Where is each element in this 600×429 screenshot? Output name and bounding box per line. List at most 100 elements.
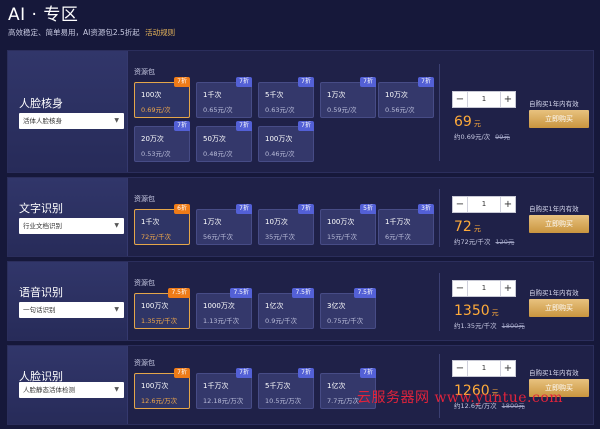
section-title: 人脸核身 <box>19 97 63 110</box>
product-select-value: 活体人脸核身 <box>23 117 62 125</box>
package-price: 0.69元/次 <box>141 106 171 114</box>
section-sidebar: 人脸核身 活体人脸核身 ▼ <box>8 51 128 172</box>
package-option[interactable]: 1亿次 0.9元/千次 7.5折 <box>258 288 314 329</box>
buy-now-button[interactable]: 立即购买 <box>529 299 589 317</box>
package-option[interactable]: 1千万次 12.18元/万次 7折 <box>196 368 252 409</box>
rules-link[interactable]: 活动规则 <box>145 28 175 37</box>
package-option[interactable]: 10万次 35元/千次 7折 <box>258 204 314 245</box>
decrement-button[interactable]: − <box>453 281 468 296</box>
package-count: 1万次 <box>327 91 346 99</box>
product-select[interactable]: 人脸静态活体检测 ▼ <box>19 382 124 398</box>
decrement-button[interactable]: − <box>453 92 468 107</box>
package-count: 1千万次 <box>385 218 411 226</box>
package-option[interactable]: 5千次 0.63元/次 7折 <box>258 77 314 118</box>
package-price: 7.7元/万次 <box>327 397 360 405</box>
product-select[interactable]: 行业文档识别 ▼ <box>19 218 124 234</box>
package-count: 1亿次 <box>265 302 284 310</box>
product-select[interactable]: 一句话识别 ▼ <box>19 302 124 318</box>
unit-price: 约72元/千次 <box>454 238 491 246</box>
total-unit: 元 <box>473 120 481 128</box>
package-price: 0.63元/次 <box>265 106 295 114</box>
package-price: 12.18元/万次 <box>203 397 244 405</box>
discount-badge: 7折 <box>298 77 314 87</box>
divider <box>439 189 440 247</box>
package-label: 资源包 <box>134 195 155 203</box>
package-price: 10.5元/万次 <box>265 397 302 405</box>
package-count: 10万次 <box>385 91 408 99</box>
quantity-stepper[interactable]: − 1 + <box>452 91 516 108</box>
package-option[interactable]: 100万次 1.35元/千次 7.5折 <box>134 288 190 329</box>
package-option[interactable]: 10万次 0.56元/次 7折 <box>378 77 434 118</box>
package-label: 资源包 <box>134 359 155 367</box>
quantity-stepper[interactable]: − 1 + <box>452 280 516 297</box>
validity-note: 自购买1年内有效 <box>529 289 579 297</box>
quantity-stepper[interactable]: − 1 + <box>452 360 516 377</box>
package-price: 72元/千次 <box>141 233 171 241</box>
increment-button[interactable]: + <box>500 197 515 212</box>
subtitle-text: 高效稳定、简单易用，AI资源包2.5折起 <box>8 28 140 37</box>
package-count: 1千万次 <box>203 382 229 390</box>
discount-badge: 3折 <box>418 204 434 214</box>
package-price: 0.56元/次 <box>385 106 415 114</box>
package-count: 20万次 <box>141 135 164 143</box>
chevron-down-icon: ▼ <box>114 117 119 124</box>
divider <box>439 354 440 418</box>
discount-badge: 7折 <box>174 77 190 87</box>
package-option[interactable]: 100万次 12.6元/万次 7折 <box>134 368 190 409</box>
discount-badge: 7.5折 <box>292 288 314 298</box>
quantity-stepper[interactable]: − 1 + <box>452 196 516 213</box>
decrement-button[interactable]: − <box>453 197 468 212</box>
package-option[interactable]: 100次 0.69元/次 7折 <box>134 77 190 118</box>
product-select[interactable]: 活体人脸核身 ▼ <box>19 113 124 129</box>
increment-button[interactable]: + <box>500 281 515 296</box>
package-price: 56元/千次 <box>203 233 233 241</box>
section-sidebar: 文字识别 行业文档识别 ▼ <box>8 178 128 256</box>
increment-button[interactable]: + <box>500 92 515 107</box>
discount-badge: 7折 <box>298 204 314 214</box>
package-price: 0.9元/千次 <box>265 317 298 325</box>
package-count: 100万次 <box>141 382 169 390</box>
package-option[interactable]: 1千万次 6元/千次 3折 <box>378 204 434 245</box>
buy-now-button[interactable]: 立即购买 <box>529 215 589 233</box>
increment-button[interactable]: + <box>500 361 515 376</box>
section-face-verify: 人脸核身 活体人脸核身 ▼ 资源包 100次 0.69元/次 7折 1千次 0.… <box>7 50 594 173</box>
package-option[interactable]: 1000万次 1.13元/千次 7.5折 <box>196 288 252 329</box>
package-option[interactable]: 20万次 0.53元/次 7折 <box>134 121 190 162</box>
package-option[interactable]: 50万次 0.48元/次 7折 <box>196 121 252 162</box>
package-count: 50万次 <box>203 135 226 143</box>
decrement-button[interactable]: − <box>453 361 468 376</box>
package-price: 0.53元/次 <box>141 150 171 158</box>
total-amount: 72 <box>454 219 472 235</box>
chevron-down-icon: ▼ <box>114 386 119 393</box>
package-price: 35元/千次 <box>265 233 295 241</box>
package-option[interactable]: 1万次 56元/千次 7折 <box>196 204 252 245</box>
package-price: 0.75元/千次 <box>327 317 364 325</box>
package-price: 1.35元/千次 <box>141 317 178 325</box>
quantity-value[interactable]: 1 <box>469 197 499 212</box>
package-option[interactable]: 5千万次 10.5元/万次 7折 <box>258 368 314 409</box>
package-option[interactable]: 1万次 0.59元/次 7折 <box>320 77 376 118</box>
package-option[interactable]: 1千次 72元/千次 6折 <box>134 204 190 245</box>
quantity-value[interactable]: 1 <box>469 281 499 296</box>
package-option[interactable]: 100万次 0.46元/次 7折 <box>258 121 314 162</box>
package-option[interactable]: 3亿次 0.75元/千次 7.5折 <box>320 288 376 329</box>
discount-badge: 7.5折 <box>168 288 190 298</box>
total-price: 1350 元 <box>454 303 499 319</box>
product-select-value: 人脸静态活体检测 <box>23 386 75 394</box>
product-select-value: 一句话识别 <box>23 306 56 314</box>
buy-now-button[interactable]: 立即购买 <box>529 110 589 128</box>
unit-price: 约0.69元/次 <box>454 133 491 141</box>
package-option[interactable]: 1千次 0.65元/次 7折 <box>196 77 252 118</box>
package-option[interactable]: 100万次 15元/千次 5折 <box>320 204 376 245</box>
package-price: 1.13元/千次 <box>203 317 240 325</box>
package-count: 1千次 <box>203 91 222 99</box>
package-price: 12.6元/万次 <box>141 397 178 405</box>
package-label: 资源包 <box>134 68 155 76</box>
quantity-value[interactable]: 1 <box>469 92 499 107</box>
validity-note: 自购买1年内有效 <box>529 369 579 377</box>
total-unit: 元 <box>473 225 481 233</box>
discount-badge: 7.5折 <box>230 288 252 298</box>
discount-badge: 7折 <box>298 121 314 131</box>
quantity-value[interactable]: 1 <box>469 361 499 376</box>
discount-badge: 7折 <box>360 368 376 378</box>
